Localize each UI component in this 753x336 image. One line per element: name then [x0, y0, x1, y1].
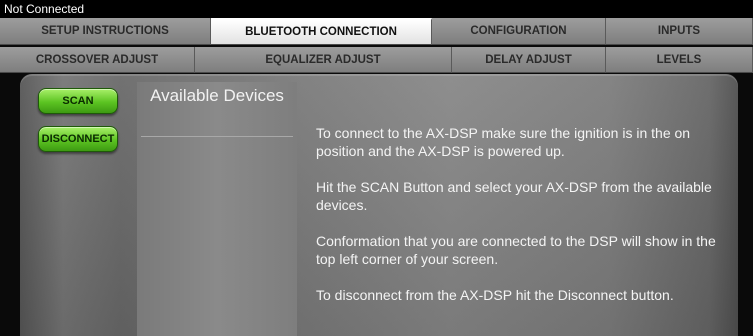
devices-divider: [141, 136, 293, 137]
tab-configuration[interactable]: CONFIGURATION: [432, 18, 606, 45]
instruction-paragraph: Hit the SCAN Button and select your AX-D…: [316, 179, 712, 213]
tab-inputs[interactable]: INPUTS: [606, 18, 753, 45]
connection-status: Not Connected: [0, 0, 753, 18]
scan-button[interactable]: SCAN: [38, 88, 118, 114]
disconnect-button[interactable]: DISCONNECT: [38, 126, 118, 152]
tab-setup-instructions[interactable]: SETUP INSTRUCTIONS: [0, 18, 211, 45]
tab-crossover-adjust[interactable]: CROSSOVER ADJUST: [0, 47, 195, 73]
tab-delay-adjust[interactable]: DELAY ADJUST: [452, 47, 606, 73]
instructions-text: To connect to the AX-DSP make sure the i…: [316, 124, 730, 322]
tab-bluetooth-connection[interactable]: BLUETOOTH CONNECTION: [211, 18, 432, 45]
tab-row-secondary: CROSSOVER ADJUST EQUALIZER ADJUST DELAY …: [0, 47, 753, 73]
available-devices-list[interactable]: Available Devices: [137, 82, 297, 336]
tab-row-primary: SETUP INSTRUCTIONS BLUETOOTH CONNECTION …: [0, 18, 753, 45]
bluetooth-panel: SCAN DISCONNECT Available Devices To con…: [20, 74, 738, 336]
instruction-paragraph: To connect to the AX-DSP make sure the i…: [316, 125, 691, 159]
tab-equalizer-adjust[interactable]: EQUALIZER ADJUST: [195, 47, 452, 73]
instruction-paragraph: Conformation that you are connected to t…: [316, 233, 716, 267]
instruction-paragraph: To disconnect from the AX-DSP hit the Di…: [316, 287, 674, 303]
available-devices-title: Available Devices: [150, 86, 284, 105]
tab-levels[interactable]: LEVELS: [606, 47, 753, 73]
